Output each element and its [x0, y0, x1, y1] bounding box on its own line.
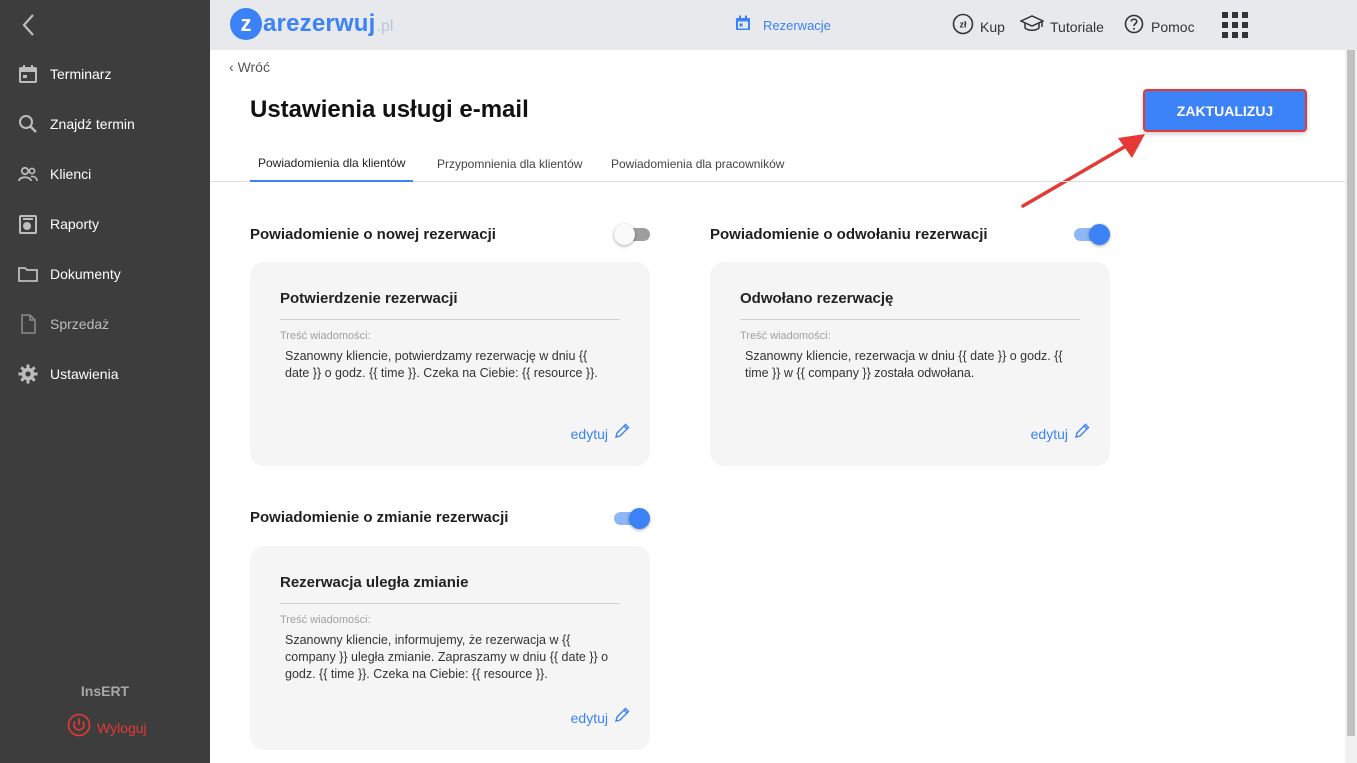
- brand-label: InsERT: [80, 683, 130, 699]
- sidebar-item-sprzedaz[interactable]: Sprzedaż: [0, 304, 210, 344]
- buy-label: Kup: [980, 18, 1005, 35]
- scrollbar-thumb[interactable]: [1347, 50, 1355, 736]
- sidebar-item-label: Sprzedaż: [50, 316, 110, 332]
- sidebar-item-label: Klienci: [50, 166, 92, 182]
- logo-word: arezerwuj: [263, 10, 376, 37]
- edit-label: edytuj: [570, 425, 608, 442]
- toggle-new-reservation[interactable]: [614, 223, 650, 245]
- back-link[interactable]: ‹ Wróć: [229, 59, 270, 75]
- sidebar-item-znajdz-termin[interactable]: Znajdź termin: [0, 104, 210, 144]
- tab-staff-notifications[interactable]: Powiadomienia dla pracowników: [611, 146, 784, 182]
- sidebar-item-klienci[interactable]: Klienci: [0, 154, 210, 194]
- apps-grid-icon[interactable]: [1222, 12, 1248, 38]
- pencil-icon: [1074, 423, 1090, 444]
- card-title: Potwierdzenie rezerwacji: [280, 290, 458, 307]
- edit-label: edytuj: [570, 709, 608, 726]
- toggle-cancelled-reservation[interactable]: [1074, 223, 1110, 245]
- graduation-cap-icon: [1019, 13, 1045, 40]
- calendar-icon: [18, 64, 38, 84]
- section-title-new-reservation: Powiadomienie o nowej rezerwacji: [250, 226, 496, 243]
- calendar-icon: [735, 15, 751, 36]
- message-content: Szanowny kliencie, rezerwacja w dniu {{ …: [745, 349, 1063, 380]
- edit-button[interactable]: edytuj: [571, 707, 630, 728]
- reservations-link[interactable]: Rezerwacje: [735, 15, 831, 36]
- chevron-left-icon: ‹: [229, 59, 234, 75]
- back-label: Wróć: [237, 59, 270, 75]
- sidebar: Terminarz Znajdź termin Klienci Raporty …: [0, 0, 210, 763]
- edit-button[interactable]: edytuj: [571, 423, 630, 444]
- search-icon: [18, 114, 38, 134]
- power-icon: [67, 713, 91, 742]
- logo-letter: z: [230, 8, 262, 40]
- sidebar-item-terminarz[interactable]: Terminarz: [0, 54, 210, 94]
- logo-tld: .pl: [376, 18, 394, 35]
- tab-bar: Powiadomienia dla klientów Przypomnienia…: [210, 146, 1345, 182]
- message-card-cancelled-reservation: Odwołano rezerwację Treść wiadomości: Sz…: [710, 262, 1110, 466]
- card-divider: [280, 603, 620, 604]
- toggle-knob: [629, 508, 650, 529]
- tutorials-link[interactable]: Tutoriale: [1019, 13, 1104, 40]
- help-icon: [1123, 13, 1145, 40]
- tab-client-notifications[interactable]: Powiadomienia dla klientów: [250, 146, 414, 182]
- report-icon: [18, 214, 38, 234]
- card-title: Rezerwacja uległa zmianie: [280, 574, 469, 591]
- section-title-cancelled-reservation: Powiadomienie o odwołaniu rezerwacji: [710, 226, 988, 243]
- currency-icon: zł: [952, 13, 974, 40]
- pencil-icon: [614, 707, 630, 728]
- content-label: Treść wiadomości:: [280, 330, 371, 342]
- pencil-icon: [614, 423, 630, 444]
- tab-client-reminders[interactable]: Przypomnienia dla klientów: [437, 146, 582, 182]
- update-button[interactable]: ZAKTUALIZUJ: [1143, 89, 1307, 132]
- message-content: Szanowny kliencie, potwierdzamy rezerwac…: [285, 349, 598, 380]
- toggle-knob: [614, 224, 635, 245]
- sidebar-item-label: Terminarz: [50, 66, 112, 82]
- message-card-new-reservation: Potwierdzenie rezerwacji Treść wiadomośc…: [250, 262, 650, 466]
- edit-button[interactable]: edytuj: [1031, 423, 1090, 444]
- sidebar-item-raporty[interactable]: Raporty: [0, 204, 210, 244]
- toggle-changed-reservation[interactable]: [614, 507, 650, 529]
- gear-icon: [18, 364, 38, 384]
- sidebar-item-label: Dokumenty: [50, 266, 121, 282]
- top-bar: z arezerwuj .pl Rezerwacje zł Kup Tutori…: [210, 0, 1357, 50]
- people-icon: [18, 164, 38, 184]
- help-link[interactable]: Pomoc: [1123, 13, 1195, 40]
- content-label: Treść wiadomości:: [280, 614, 371, 626]
- svg-text:zł: zł: [959, 20, 967, 30]
- tutorials-label: Tutoriale: [1050, 18, 1104, 35]
- reservations-label: Rezerwacje: [763, 18, 831, 33]
- card-title: Odwołano rezerwację: [740, 290, 894, 307]
- scrollbar[interactable]: [1345, 50, 1357, 763]
- toggle-knob: [1089, 224, 1110, 245]
- page-title: Ustawienia usługi e-mail: [250, 96, 529, 123]
- document-icon: [18, 314, 38, 334]
- buy-link[interactable]: zł Kup: [952, 13, 1005, 40]
- content-label: Treść wiadomości:: [740, 330, 831, 342]
- folder-icon: [18, 264, 38, 284]
- card-divider: [280, 319, 620, 320]
- collapse-back-icon[interactable]: [18, 12, 40, 38]
- edit-label: edytuj: [1030, 425, 1068, 442]
- sidebar-item-dokumenty[interactable]: Dokumenty: [0, 254, 210, 294]
- sidebar-item-label: Raporty: [50, 216, 100, 232]
- message-card-changed-reservation: Rezerwacja uległa zmianie Treść wiadomoś…: [250, 546, 650, 750]
- sidebar-item-ustawienia[interactable]: Ustawienia: [0, 354, 210, 394]
- card-divider: [740, 319, 1080, 320]
- section-title-changed-reservation: Powiadomienie o zmianie rezerwacji: [250, 509, 509, 526]
- help-label: Pomoc: [1151, 18, 1195, 35]
- sidebar-item-label: Ustawienia: [50, 366, 119, 382]
- sidebar-item-label: Znajdź termin: [50, 116, 135, 132]
- logout-label: Wyloguj: [97, 719, 147, 736]
- logout-button[interactable]: Wyloguj: [67, 713, 147, 742]
- app-logo[interactable]: z arezerwuj .pl: [230, 7, 393, 41]
- message-content: Szanowny kliencie, informujemy, że rezer…: [285, 633, 609, 681]
